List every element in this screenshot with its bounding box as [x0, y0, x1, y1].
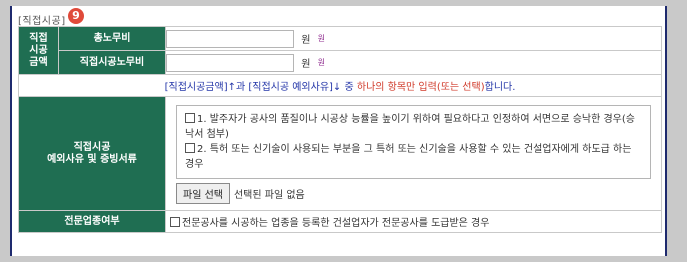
file-select-button[interactable]: 파일 선택	[176, 183, 230, 204]
exception-field-cell: 1. 발주자가 공사의 품질이나 시공상 능률을 높이기 위하여 필요하다고 인…	[165, 96, 662, 211]
direct-construction-panel: [직접시공] 9 직접 시공 금액 총노무비 원 원 직접시공노무비 원 원 […	[10, 6, 667, 256]
exception-option-1-checkbox[interactable]	[185, 113, 195, 123]
exception-option-2-text: 2. 특허 또는 신기술이 사용되는 부분을 그 특허 또는 신기술을 사용할 …	[185, 144, 632, 170]
exception-option-1-text: 1. 발주자가 공사의 품질이나 시공상 능률을 높이기 위하여 필요하다고 인…	[185, 114, 635, 140]
total-labor-input[interactable]	[166, 29, 294, 48]
input-notice: [직접시공금액]↑과 [직접시공 예외사유]↓ 중 하나의 항목만 입력(또는 …	[18, 74, 662, 97]
specialty-checkbox[interactable]	[170, 217, 180, 227]
step-badge: 9	[68, 8, 84, 24]
specialty-field-cell: 전문공사를 시공하는 업종을 등록한 건설업자가 전문공사를 도급받은 경우	[165, 210, 662, 233]
total-labor-unit: 원	[301, 35, 311, 46]
direct-labor-unit-link[interactable]: 원	[318, 58, 325, 67]
exception-option-2[interactable]: 2. 특허 또는 신기술이 사용되는 부분을 그 특허 또는 신기술을 사용할 …	[185, 142, 642, 172]
notice-highlight: 하나의 항목만 입력(또는 선택)	[356, 82, 485, 93]
file-status: 선택된 파일 없음	[233, 190, 305, 201]
specialty-option-text: 전문공사를 시공하는 업종을 등록한 건설업자가 전문공사를 도급받은 경우	[182, 218, 490, 229]
total-labor-field-cell: 원 원	[165, 26, 662, 51]
direct-amount-label: 직접 시공 금액	[18, 26, 59, 75]
direct-labor-input[interactable]	[166, 53, 294, 72]
notice-prefix: [직접시공금액]↑과 [직접시공 예외사유]↓ 중	[164, 82, 357, 93]
direct-labor-field-cell: 원 원	[165, 50, 662, 75]
total-labor-unit-link[interactable]: 원	[318, 34, 325, 43]
total-labor-label: 총노무비	[58, 26, 166, 51]
file-upload-row: 파일 선택 선택된 파일 없음	[166, 183, 661, 210]
direct-construction-form: 직접 시공 금액 총노무비 원 원 직접시공노무비 원 원 [직접시공금액]↑과…	[18, 26, 662, 233]
direct-labor-unit: 원	[301, 59, 311, 70]
exception-option-1[interactable]: 1. 발주자가 공사의 품질이나 시공상 능률을 높이기 위하여 필요하다고 인…	[185, 112, 642, 142]
section-title: [직접시공]	[18, 16, 66, 27]
exception-label-line2: 예외사유 및 증빙서류	[47, 153, 137, 165]
exception-label: 직접시공 예외사유 및 증빙서류	[18, 96, 166, 211]
exception-reasons-box: 1. 발주자가 공사의 품질이나 시공상 능률을 높이기 위하여 필요하다고 인…	[176, 105, 651, 179]
specialty-label: 전문업종여부	[18, 210, 166, 233]
exception-option-2-checkbox[interactable]	[185, 143, 195, 153]
exception-label-line1: 직접시공	[73, 141, 111, 153]
direct-labor-label: 직접시공노무비	[58, 50, 166, 75]
notice-suffix: 합니다.	[484, 82, 516, 93]
